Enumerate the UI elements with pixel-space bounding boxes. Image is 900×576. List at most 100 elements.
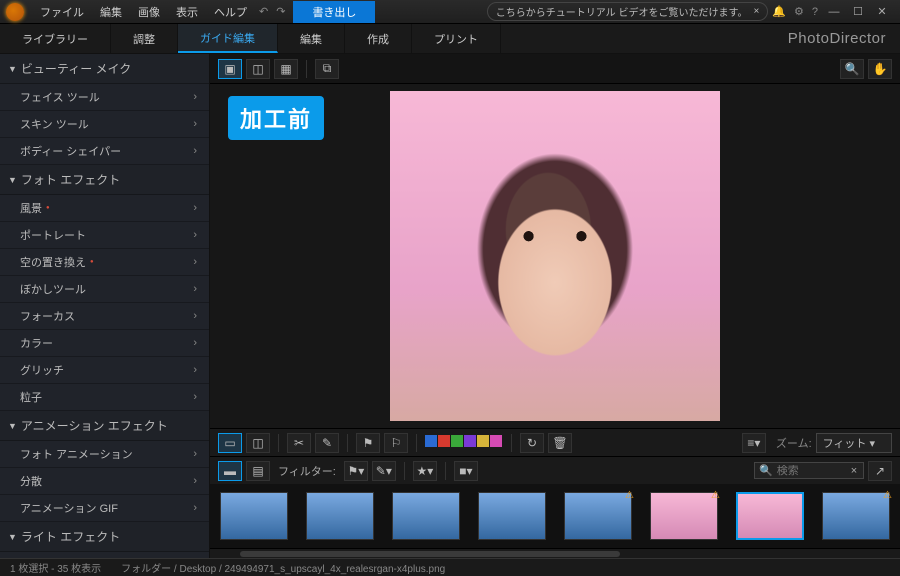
thumbnail[interactable]: ⚠: [564, 492, 632, 540]
thumbnail[interactable]: [392, 492, 460, 540]
content-area: ▣ ◫ ▦ ⧉ 🔍 ✋ 加工前 ▭ ◫ ✂ ✎ ⚑ ⚐ ↻ 🗑: [210, 54, 900, 558]
compare-mode-a-icon[interactable]: ▭: [218, 433, 242, 453]
tab-library[interactable]: ライブラリー: [0, 24, 111, 53]
brand-label: PhotoDirector: [774, 24, 900, 53]
color-swatch[interactable]: [451, 435, 463, 447]
view-detach-icon[interactable]: ⧉: [315, 59, 339, 79]
color-swatch[interactable]: [425, 435, 437, 447]
thumbview-b-icon[interactable]: ▤: [246, 461, 270, 481]
thumbnail[interactable]: ⚠: [822, 492, 890, 540]
thumbnail[interactable]: [478, 492, 546, 540]
search-clear-icon[interactable]: ×: [851, 465, 857, 477]
tab-adjust[interactable]: 調整: [111, 24, 178, 53]
caret-down-icon: ▼: [8, 421, 17, 431]
settings-icon[interactable]: ⚙: [790, 5, 808, 18]
chevron-right-icon: ›: [193, 145, 197, 157]
view-compare-icon[interactable]: ◫: [246, 59, 270, 79]
thumbnail[interactable]: ⚠: [650, 492, 718, 540]
filter-label: フィルター:: [278, 463, 336, 479]
color-swatch[interactable]: [464, 435, 476, 447]
canvas: 加工前: [210, 84, 900, 428]
chevron-right-icon: ›: [193, 202, 197, 214]
help-icon[interactable]: ?: [808, 6, 822, 18]
sidebar-item[interactable]: スキン ツール›: [0, 111, 209, 138]
sidebar-item[interactable]: 空の置き換え●›: [0, 249, 209, 276]
sidebar-item[interactable]: フォト アニメーション›: [0, 441, 209, 468]
toolrow-1: ▭ ◫ ✂ ✎ ⚑ ⚐ ↻ 🗑 ≡▾ ズーム: フィット ▾: [210, 428, 900, 456]
zoom-select[interactable]: フィット ▾: [816, 433, 892, 453]
color-swatch[interactable]: [477, 435, 489, 447]
tutorial-banner[interactable]: こちらからチュートリアル ビデオをご覧いただけます。 ×: [487, 2, 769, 21]
brush-icon[interactable]: ✎: [315, 433, 339, 453]
window-close[interactable]: ✕: [870, 5, 894, 18]
color-swatch[interactable]: [490, 435, 502, 447]
window-maximize[interactable]: ☐: [846, 5, 870, 18]
thumb-scrollbar[interactable]: [210, 548, 900, 558]
notify-icon[interactable]: 🔔: [768, 5, 790, 18]
thumbview-a-icon[interactable]: ▬: [218, 461, 242, 481]
sidebar-item[interactable]: 光線›: [0, 552, 209, 558]
export-button[interactable]: 書き出し: [293, 1, 375, 23]
tab-guided-edit[interactable]: ガイド編集: [178, 24, 278, 53]
sidebar-item[interactable]: 分散›: [0, 468, 209, 495]
view-single-icon[interactable]: ▣: [218, 59, 242, 79]
delete-icon[interactable]: 🗑: [548, 433, 572, 453]
redo-icon[interactable]: ↷: [272, 5, 289, 18]
search-input[interactable]: [777, 465, 847, 477]
sidebar-category[interactable]: ▼アニメーション エフェクト: [0, 411, 209, 441]
sidebar-item[interactable]: ポートレート›: [0, 222, 209, 249]
chevron-right-icon: ›: [193, 448, 197, 460]
search-box[interactable]: 🔍 ×: [754, 462, 864, 479]
color-swatches[interactable]: [425, 435, 503, 450]
compare-mode-b-icon[interactable]: ◫: [246, 433, 270, 453]
sidebar-item[interactable]: グリッチ›: [0, 357, 209, 384]
mode-tabs: ライブラリー 調整 ガイド編集 編集 作成 プリント PhotoDirector: [0, 24, 900, 54]
sidebar-item[interactable]: カラー›: [0, 330, 209, 357]
preview-image: [390, 91, 720, 421]
caret-down-icon: ▼: [8, 64, 17, 74]
view-grid-icon[interactable]: ▦: [274, 59, 298, 79]
sidebar-item[interactable]: ボディー シェイパー›: [0, 138, 209, 165]
window-minimize[interactable]: —: [822, 6, 846, 18]
filter-star-icon[interactable]: ★▾: [413, 461, 437, 481]
sidebar-item[interactable]: 粒子›: [0, 384, 209, 411]
thumbnail[interactable]: [220, 492, 288, 540]
reject-icon[interactable]: ⚐: [384, 433, 408, 453]
thumbnail[interactable]: [306, 492, 374, 540]
caret-down-icon: ▼: [8, 175, 17, 185]
menu-image[interactable]: 画像: [130, 4, 168, 20]
filter-flag-icon[interactable]: ⚑▾: [344, 461, 368, 481]
menu-view[interactable]: 表示: [168, 4, 206, 20]
color-swatch[interactable]: [438, 435, 450, 447]
menu-help[interactable]: ヘルプ: [206, 4, 255, 20]
tutorial-close-icon[interactable]: ×: [753, 6, 759, 17]
sidebar-item[interactable]: アニメーション GIF›: [0, 495, 209, 522]
search-tool-icon[interactable]: 🔍: [840, 59, 864, 79]
crop-icon[interactable]: ✂: [287, 433, 311, 453]
sidebar-category[interactable]: ▼ビューティー メイク: [0, 54, 209, 84]
tab-edit[interactable]: 編集: [278, 24, 345, 53]
share-icon[interactable]: ↗: [868, 461, 892, 481]
sidebar-item[interactable]: ぼかしツール›: [0, 276, 209, 303]
sidebar-category[interactable]: ▼フォト エフェクト: [0, 165, 209, 195]
titlebar: ファイル 編集 画像 表示 ヘルプ ↶ ↷ 書き出し こちらからチュートリアル …: [0, 0, 900, 24]
tab-create[interactable]: 作成: [345, 24, 412, 53]
flag-icon[interactable]: ⚑: [356, 433, 380, 453]
menu-file[interactable]: ファイル: [32, 4, 92, 20]
chevron-right-icon: ›: [193, 391, 197, 403]
filter-color-icon[interactable]: ■▾: [454, 461, 478, 481]
tab-print[interactable]: プリント: [412, 24, 501, 53]
chevron-right-icon: ›: [193, 475, 197, 487]
chevron-right-icon: ›: [193, 118, 197, 130]
list-icon[interactable]: ≡▾: [742, 433, 766, 453]
sidebar-item[interactable]: 風景●›: [0, 195, 209, 222]
sidebar-item[interactable]: フォーカス›: [0, 303, 209, 330]
sidebar-item[interactable]: フェイス ツール›: [0, 84, 209, 111]
filter-brush-icon[interactable]: ✎▾: [372, 461, 396, 481]
pan-tool-icon[interactable]: ✋: [868, 59, 892, 79]
undo-icon[interactable]: ↶: [255, 5, 272, 18]
menu-edit[interactable]: 編集: [92, 4, 130, 20]
rotate-icon[interactable]: ↻: [520, 433, 544, 453]
thumbnail[interactable]: [736, 492, 804, 540]
sidebar-category[interactable]: ▼ライト エフェクト: [0, 522, 209, 552]
